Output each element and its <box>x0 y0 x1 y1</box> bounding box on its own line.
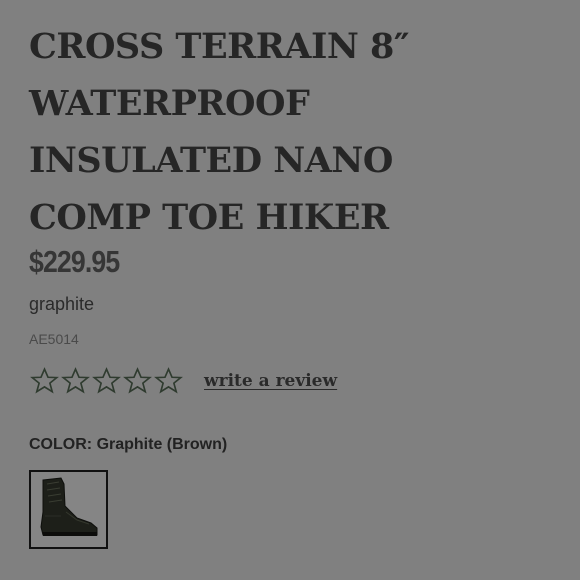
product-variant-name: graphite <box>29 294 95 314</box>
color-swatch-graphite[interactable] <box>29 470 108 549</box>
star-outline-icon[interactable] <box>122 366 153 396</box>
rating-row: write a review <box>29 366 337 396</box>
product-title-line-1: CROSS TERRAIN 8″ <box>29 26 410 67</box>
star-outline-icon[interactable] <box>60 366 91 396</box>
write-review-link[interactable]: write a review <box>204 371 337 391</box>
star-rating[interactable] <box>29 366 184 396</box>
color-label: COLOR: <box>29 436 93 453</box>
product-title-line-3: INSULATED NANO <box>29 140 393 181</box>
product-price: $229.95 <box>29 244 120 279</box>
product-detail-panel: CROSS TERRAIN 8″ WATERPROOF INSULATED NA… <box>0 0 580 580</box>
product-sku: AE5014 <box>29 331 79 347</box>
boot-thumbnail-icon <box>40 477 98 536</box>
color-value: Graphite (Brown) <box>96 436 228 453</box>
product-title: CROSS TERRAIN 8″ WATERPROOF INSULATED NA… <box>29 18 549 246</box>
product-title-line-2: WATERPROOF <box>29 83 310 124</box>
star-outline-icon[interactable] <box>153 366 184 396</box>
star-outline-icon[interactable] <box>29 366 60 396</box>
star-outline-icon[interactable] <box>91 366 122 396</box>
color-selection-label: COLOR: Graphite (Brown) <box>29 434 227 456</box>
product-title-line-4: COMP TOE HIKER <box>29 197 389 238</box>
